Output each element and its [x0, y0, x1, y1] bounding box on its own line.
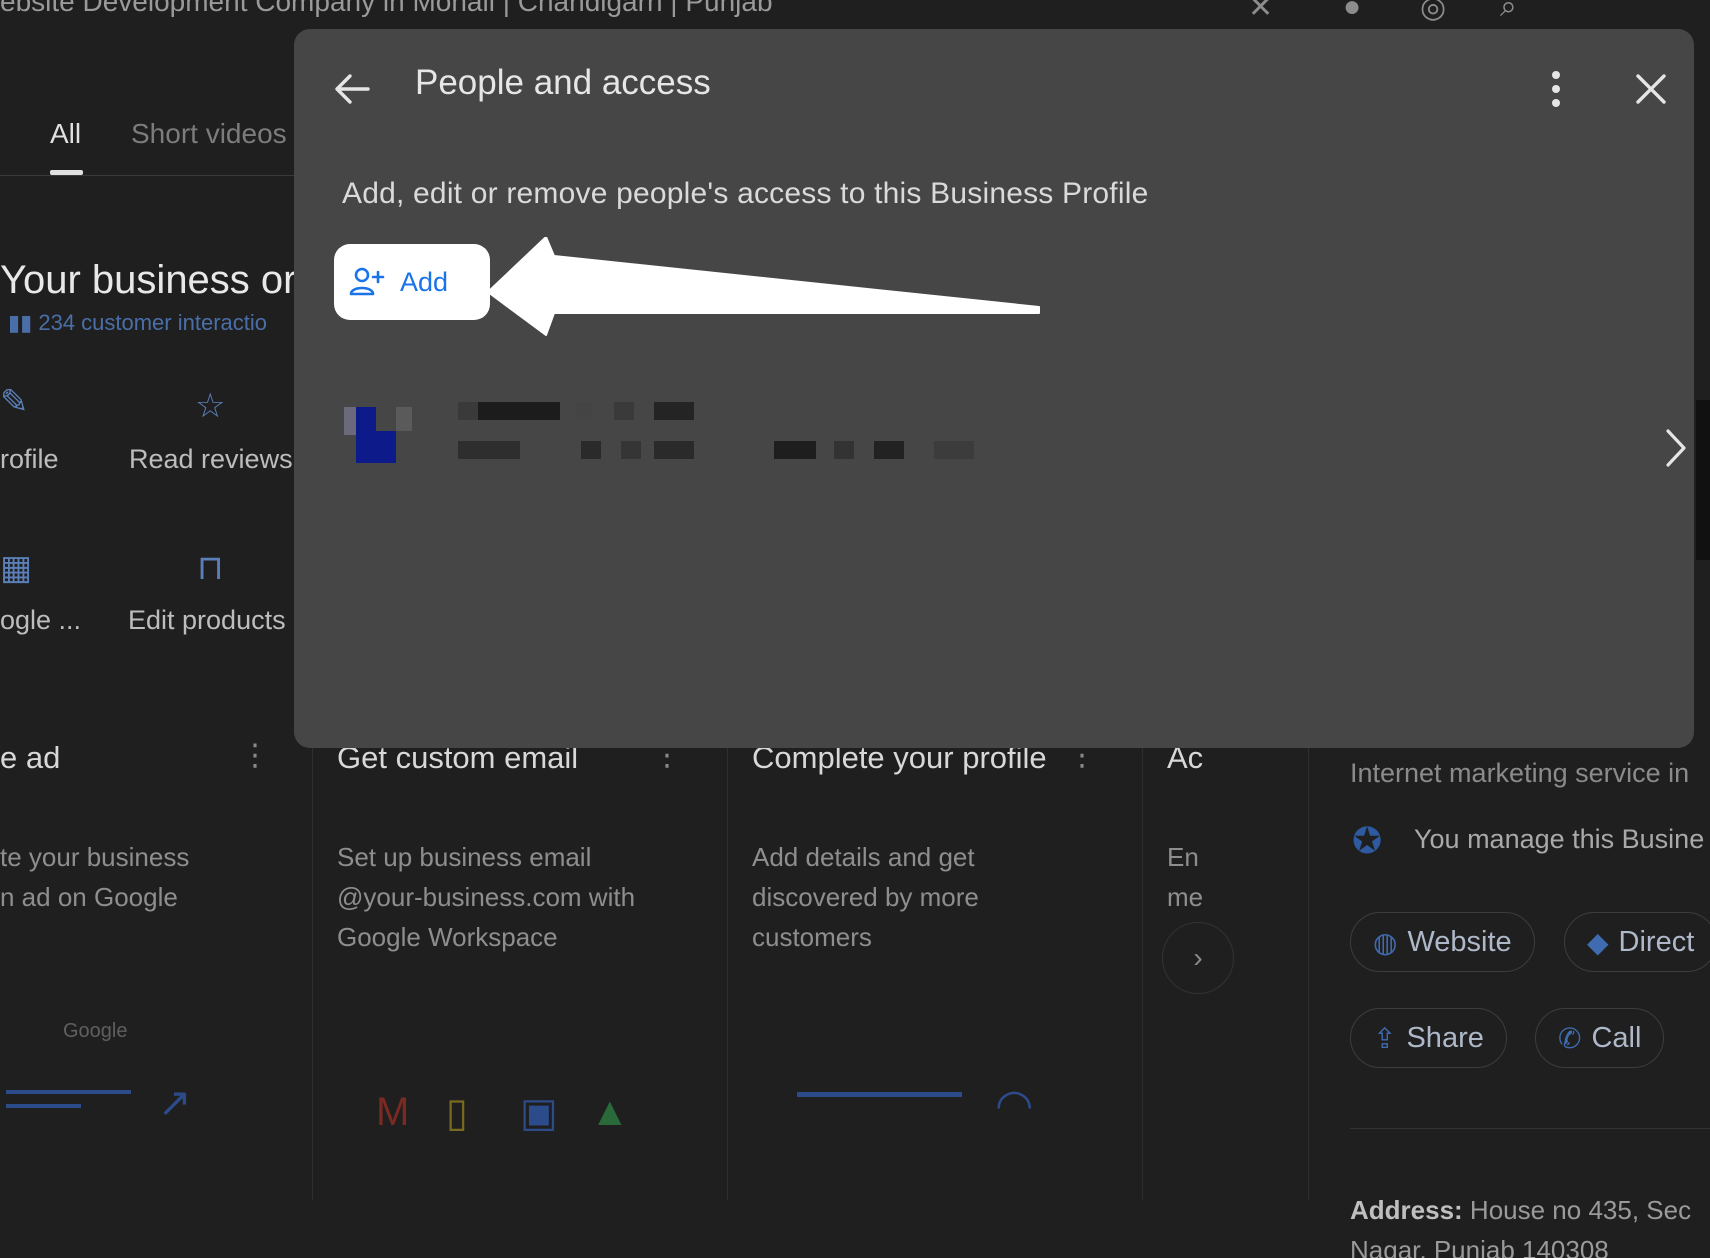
action-edit-profile[interactable]: rofile — [0, 444, 59, 475]
pencil-icon: ✎ — [0, 383, 29, 421]
back-button[interactable] — [328, 65, 376, 113]
close-icon — [1636, 74, 1666, 104]
card-text-line: Google Workspace — [337, 922, 558, 952]
shopping-bag-icon: ⊓ — [197, 549, 224, 587]
interactions-link[interactable]: ▮▮ 234 customer interactio — [8, 310, 267, 336]
kp-managed-text: You manage this Busine — [1414, 824, 1705, 854]
card-text-line: te your business — [0, 842, 190, 872]
bar-chart-icon: ▮▮ — [8, 310, 39, 335]
card-ac[interactable]: Ac En me › — [1142, 720, 1309, 1200]
share-icon: ⇪ — [1373, 1022, 1397, 1054]
dialog-title: People and access — [415, 63, 711, 102]
more-vert-icon — [1552, 71, 1560, 107]
drive-icon: ▲ — [590, 1090, 630, 1134]
action-google[interactable]: ogle ... — [0, 605, 81, 636]
illustration-bar — [6, 1104, 81, 1108]
action-read-reviews[interactable]: Read reviews — [129, 444, 293, 475]
verified-icon: ✪ — [1352, 820, 1383, 861]
card-text-line: Add details and get — [752, 842, 975, 872]
business-heading: Your business or — [0, 258, 297, 302]
phone-icon: ✆ — [1558, 1022, 1582, 1054]
chevron-right-icon — [1666, 429, 1686, 467]
tabs-divider — [0, 175, 300, 176]
tab-short-videos[interactable]: Short videos — [131, 118, 287, 150]
card-complete-profile[interactable]: Complete your profile ⋮ Add details and … — [727, 720, 1143, 1200]
share-button[interactable]: ⇪ Share — [1350, 1008, 1507, 1068]
illustration-bar — [6, 1090, 131, 1094]
card-text-line: @your-business.com with — [337, 882, 636, 912]
card-text-line: Set up business email — [337, 842, 592, 872]
calendar-icon: ▣ — [520, 1091, 558, 1135]
card-text-line: customers — [752, 922, 872, 952]
illustration-bar — [797, 1092, 962, 1097]
kp-address: Address: House no 435, Sec Nagar, Punjab… — [1350, 1190, 1691, 1258]
dialog-description: Add, edit or remove people's access to t… — [342, 177, 1149, 210]
directions-icon: ◆ — [1587, 926, 1609, 958]
search-icon[interactable]: ⌕ — [1500, 0, 1517, 24]
directions-label: Direct — [1618, 925, 1695, 958]
tab-active-indicator — [50, 170, 83, 175]
share-label: Share — [1406, 1021, 1484, 1054]
qr-icon: ▦ — [0, 549, 33, 587]
person-row[interactable] — [344, 399, 1686, 511]
card-text-line: discovered by more — [752, 882, 979, 912]
chevron-right-icon: › — [1193, 942, 1203, 973]
google-logo: Google — [63, 1020, 128, 1042]
person-add-icon — [349, 267, 385, 296]
docs-icon: ▯ — [446, 1091, 469, 1135]
more-options-button[interactable] — [1532, 65, 1580, 113]
call-button[interactable]: ✆ Call — [1535, 1008, 1665, 1068]
website-label: Website — [1407, 925, 1512, 958]
lens-icon[interactable]: ◎ — [1420, 0, 1446, 25]
more-vert-icon[interactable]: ⋮ — [240, 738, 270, 773]
trending-up-icon: ↗ — [158, 1081, 192, 1125]
cards-next-button[interactable]: › — [1162, 922, 1234, 994]
mic-icon[interactable]: ● — [1343, 0, 1361, 24]
address-line1: House no 435, Sec — [1462, 1195, 1692, 1225]
card-title: e ad — [0, 740, 61, 775]
address-line2: Nagar, Punjab 140308 — [1350, 1235, 1609, 1258]
annotation-arrow — [487, 237, 1040, 336]
directions-button[interactable]: ◆ Direct — [1564, 912, 1710, 972]
tab-all[interactable]: All — [50, 118, 81, 150]
map-edge — [1696, 400, 1710, 560]
avatar — [344, 399, 412, 465]
globe-icon: ◍ — [1373, 926, 1398, 958]
card-custom-email[interactable]: Get custom email ⋮ Set up business email… — [312, 720, 728, 1200]
add-button-label: Add — [400, 266, 449, 297]
add-person-button[interactable]: Add — [334, 244, 490, 320]
close-button[interactable] — [1627, 65, 1675, 113]
clear-search-icon[interactable]: ✕ — [1248, 0, 1273, 25]
address-label: Address: — [1350, 1195, 1463, 1225]
review-star-icon: ☆ — [195, 387, 226, 425]
card-text-line: En — [1167, 842, 1199, 872]
kp-divider — [1350, 1128, 1710, 1129]
card-ad[interactable]: e ad ⋮ te your business n ad on Google G… — [0, 720, 313, 1200]
window-title: ebsite Development Company in Mohali | C… — [0, 0, 773, 17]
gmail-icon: M — [376, 1090, 410, 1134]
card-text-line: me — [1167, 882, 1204, 912]
arrow-back-icon — [335, 74, 370, 104]
loading-arc-icon: ◠ — [995, 1081, 1034, 1130]
people-and-access-dialog: People and access Add, edit or remove pe… — [294, 29, 1694, 748]
card-text-line: n ad on Google — [0, 882, 178, 912]
call-label: Call — [1591, 1021, 1642, 1054]
kp-category: Internet marketing service in — [1350, 758, 1690, 788]
website-button[interactable]: ◍ Website — [1350, 912, 1535, 972]
action-edit-products[interactable]: Edit products — [128, 605, 286, 636]
interactions-text: 234 customer interactio — [38, 310, 267, 335]
